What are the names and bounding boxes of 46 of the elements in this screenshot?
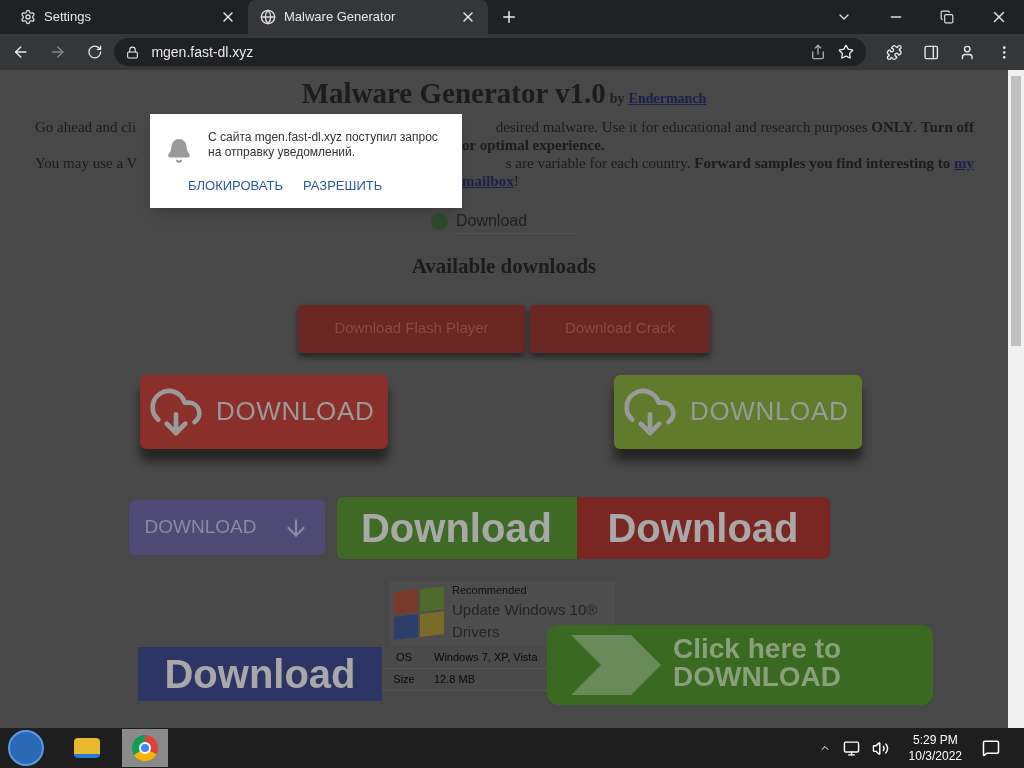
download-banner[interactable]: DOWNLOAD bbox=[614, 374, 862, 449]
spec-label: OS bbox=[395, 649, 413, 665]
side-panel-icon[interactable] bbox=[922, 43, 940, 61]
volume-icon[interactable] bbox=[871, 739, 889, 757]
banner-text: Click here to bbox=[673, 634, 842, 663]
ad-tag: Recommended bbox=[452, 582, 598, 599]
prompt-action[interactable]: РАЗРЕШИТЬ bbox=[302, 176, 383, 196]
clock-time: 5:29 PM bbox=[912, 732, 958, 748]
browser-tab[interactable]: Malware Generator bbox=[248, 0, 488, 34]
chevron-icon bbox=[571, 634, 661, 695]
profile-icon[interactable] bbox=[959, 43, 976, 61]
new-tab-icon[interactable] bbox=[500, 8, 518, 26]
network-icon[interactable] bbox=[842, 739, 860, 757]
gear-icon bbox=[20, 9, 36, 25]
start-orb-icon[interactable] bbox=[8, 730, 44, 766]
extensions-icon[interactable] bbox=[886, 43, 903, 61]
restore-icon[interactable] bbox=[940, 10, 954, 24]
tab-title: Malware Generator bbox=[284, 8, 397, 27]
star-icon[interactable] bbox=[838, 44, 855, 60]
tab-title: Settings bbox=[44, 8, 92, 27]
browser-tab[interactable]: Settings bbox=[8, 0, 248, 34]
folder-icon bbox=[74, 738, 100, 758]
download-banner[interactable]: Download bbox=[576, 496, 830, 559]
download-banner[interactable]: DOWNLOAD bbox=[128, 500, 325, 555]
notifications-icon[interactable] bbox=[982, 739, 1000, 757]
spec-value: 12.8 MB bbox=[433, 671, 475, 687]
address-bar[interactable]: mgen.fast-dl.xyz bbox=[114, 38, 867, 66]
spec-value: Windows 7, XP, Vista bbox=[433, 649, 538, 665]
chrome-icon bbox=[132, 735, 158, 761]
radio-button[interactable] bbox=[430, 213, 448, 230]
reload-icon[interactable] bbox=[86, 44, 103, 60]
prompt-text: С сайта mgen.fast-dl.xyz поступил запрос на отправку уведомлений. bbox=[208, 130, 439, 160]
windows-logo-icon bbox=[394, 586, 444, 640]
globe-icon bbox=[260, 9, 276, 25]
share-icon[interactable] bbox=[810, 44, 827, 60]
banner-text: DOWNLOAD bbox=[673, 662, 842, 691]
download-banner[interactable]: Download bbox=[336, 496, 577, 559]
spec-label: Size bbox=[392, 671, 416, 687]
clock-date: 10/3/2022 bbox=[908, 748, 962, 764]
prompt-action[interactable]: БЛОКИРОВАТЬ bbox=[188, 176, 283, 196]
download-banner[interactable]: Download bbox=[138, 646, 382, 701]
bell-icon bbox=[166, 138, 192, 164]
download-banner[interactable]: DOWNLOAD bbox=[140, 374, 388, 449]
scrollbar[interactable] bbox=[1008, 70, 1024, 728]
lock-icon bbox=[126, 45, 140, 59]
click-download-banner[interactable]: Click here to DOWNLOAD bbox=[547, 624, 933, 705]
